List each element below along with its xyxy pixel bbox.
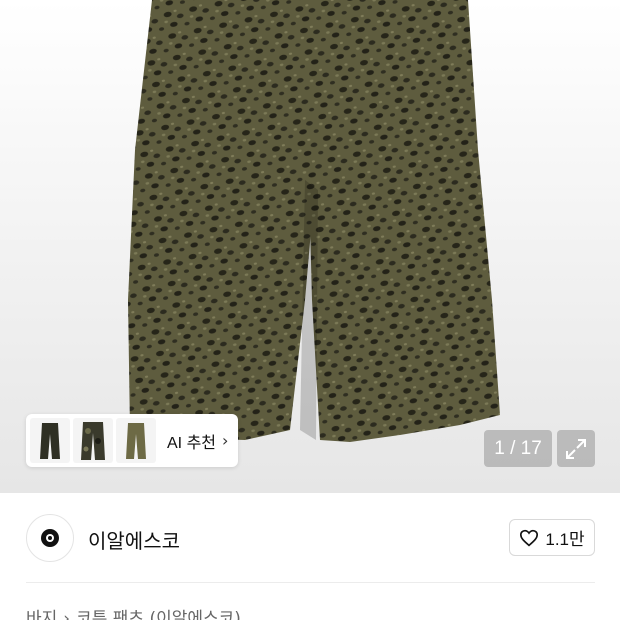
- brand-row: 이알에스코 1.1만: [0, 493, 620, 583]
- chevron-right-icon: ›: [222, 431, 229, 450]
- like-count: 1.1만: [545, 530, 585, 549]
- breadcrumb-subcategory[interactable]: 코튼 팬츠 (이알에스코): [76, 609, 241, 620]
- pants-thumbnail-icon: [40, 422, 60, 459]
- reco-thumbnail-3[interactable]: [116, 418, 156, 463]
- heart-icon: [520, 529, 539, 546]
- expand-icon: [566, 438, 586, 459]
- reco-thumbnail-2[interactable]: [73, 418, 113, 463]
- breadcrumb-category[interactable]: 바지: [26, 609, 57, 620]
- breadcrumb-separator-icon: ›: [63, 609, 71, 620]
- brand-name[interactable]: 이알에스코: [88, 525, 180, 554]
- divider: [26, 582, 595, 583]
- khaki-pants-thumbnail-icon: [126, 422, 146, 459]
- like-button[interactable]: 1.1만: [509, 519, 595, 556]
- product-gallery[interactable]: AI 추천 › 1 / 17: [0, 0, 620, 493]
- image-counter: 1 / 17: [484, 430, 552, 467]
- reco-thumbnail-1[interactable]: [30, 418, 70, 463]
- breadcrumb: 바지 › 코튼 팬츠 (이알에스코): [26, 604, 241, 620]
- brand-emblem-icon: [41, 529, 59, 547]
- ai-recommendation-button[interactable]: AI 추천 ›: [26, 414, 238, 467]
- expand-button[interactable]: [557, 430, 595, 467]
- ai-reco-label: AI 추천: [167, 434, 217, 452]
- camo-pants-thumbnail-icon: [81, 421, 105, 460]
- brand-logo[interactable]: [26, 514, 74, 562]
